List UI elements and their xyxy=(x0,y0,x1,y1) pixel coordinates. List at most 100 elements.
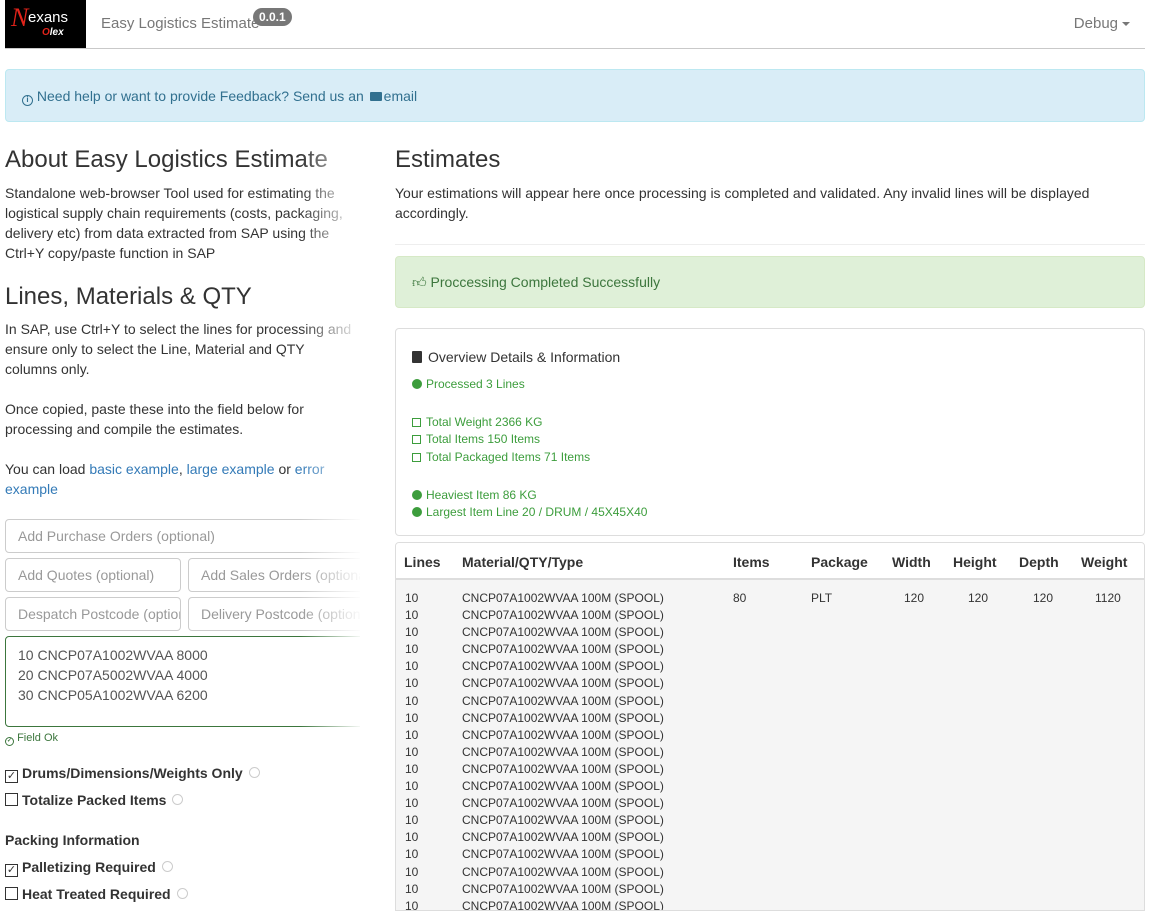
cell-material: CNCP07A1002WVAA 100M (SPOOL) xyxy=(462,727,664,742)
cell-line: 10 xyxy=(405,881,419,896)
version-badge: 0.0.1 xyxy=(253,8,292,26)
cell-line: 10 xyxy=(405,864,419,879)
cell-line: 10 xyxy=(405,813,419,828)
col-material[interactable]: Material/QTY/Type xyxy=(462,554,583,570)
drums-only-checkbox[interactable]: ✓ Drums/Dimensions/Weights Only xyxy=(5,765,260,783)
basic-example-link[interactable]: basic example xyxy=(89,461,179,477)
estimates-text: Your estimations will appear here once p… xyxy=(395,185,1090,221)
debug-dropdown[interactable]: Debug xyxy=(1074,15,1130,32)
quotes-input[interactable]: Add Quotes (optional) xyxy=(5,558,181,592)
palletizing-checkbox[interactable]: ✓ Palletizing Required xyxy=(5,859,173,877)
total-weight: Total Weight 2366 KG xyxy=(412,415,543,429)
textarea-line: 10 CNCP07A1002WVAA 8000 xyxy=(18,647,208,663)
cell-line: 10 xyxy=(405,710,419,725)
cell-items: 80 xyxy=(733,591,747,605)
cell-material: CNCP07A1002WVAA 100M (SPOOL) xyxy=(462,625,664,640)
col-weight[interactable]: Weight xyxy=(1081,554,1127,570)
cell-material: CNCP07A1002WVAA 100M (SPOOL) xyxy=(462,796,664,811)
packing-info-header: Packing Information xyxy=(5,832,140,848)
cell-line: 10 xyxy=(405,744,419,759)
cell-weight: 1120 xyxy=(1095,591,1121,605)
textarea-line: 30 CNCP05A1002WVAA 6200 xyxy=(18,687,208,703)
help-icon[interactable] xyxy=(172,794,184,805)
navbar: N exans Olex Easy Logistics Estimate 0.0… xyxy=(5,0,1145,49)
check-circle-icon xyxy=(412,379,422,389)
despatch-postcode-input[interactable]: Despatch Postcode (optional) xyxy=(5,597,181,631)
cell-material: CNCP07A1002WVAA 100M (SPOOL) xyxy=(462,881,664,896)
cell-line: 10 xyxy=(405,693,419,708)
cell-material: CNCP07A1002WVAA 100M (SPOOL) xyxy=(462,608,664,622)
examples-text: You can load basic example, large exampl… xyxy=(5,461,325,497)
help-icon[interactable] xyxy=(176,888,188,899)
cell-line: 10 xyxy=(405,591,419,605)
cell-material: CNCP07A1002WVAA 100M (SPOOL) xyxy=(462,898,664,911)
table-header: Lines Material/QTY/Type Items Package Wi… xyxy=(396,543,1144,580)
cell-material: CNCP07A1002WVAA 100M (SPOOL) xyxy=(462,779,664,793)
info-circle-icon xyxy=(412,507,422,517)
cell-line: 10 xyxy=(405,847,419,862)
check-circle-icon: ✓ xyxy=(5,737,14,746)
total-items: Total Items 150 Items xyxy=(412,432,540,446)
sales-orders-input[interactable]: Add Sales Orders (optional) xyxy=(188,558,360,592)
cell-line: 10 xyxy=(405,608,419,622)
unchecked-box-icon xyxy=(5,887,18,900)
divider xyxy=(395,244,1145,245)
textarea-line: 20 CNCP07A5002WVAA 4000 xyxy=(18,667,208,683)
cell-height: 120 xyxy=(968,591,989,605)
caret-down-icon xyxy=(1122,22,1130,27)
cell-line: 10 xyxy=(405,727,419,742)
delivery-postcode-input[interactable]: Delivery Postcode (optional) xyxy=(188,597,360,631)
totalize-checkbox[interactable]: Totalize Packed Items xyxy=(5,792,184,808)
cell-material: CNCP07A1002WVAA 100M (SPOOL) xyxy=(462,847,664,862)
box-icon xyxy=(412,435,421,444)
field-ok-status: ✓ Field Ok xyxy=(5,732,59,746)
cell-material: CNCP07A1002WVAA 100M (SPOOL) xyxy=(462,693,664,708)
help-icon[interactable] xyxy=(248,767,260,778)
help-icon[interactable] xyxy=(161,861,173,872)
col-items[interactable]: Items xyxy=(733,554,770,570)
cell-material: CNCP07A1002WVAA 100M (SPOOL) xyxy=(462,744,664,759)
box-icon xyxy=(412,453,421,462)
overview-title: Overview Details & Information xyxy=(412,349,620,365)
overview-panel: Overview Details & Information Processed… xyxy=(395,328,1145,536)
largest-item: Largest Item Line 20 / DRUM / 45X45X40 xyxy=(412,505,647,519)
envelope-icon xyxy=(369,92,382,101)
success-alert: 👍︎ Proccessing Completed Successfully xyxy=(395,256,1145,308)
nexans-olex-logo[interactable]: N exans Olex xyxy=(5,0,86,48)
app-brand[interactable]: Easy Logistics Estimate xyxy=(101,15,259,32)
col-width[interactable]: Width xyxy=(892,554,931,570)
cell-line: 10 xyxy=(405,779,419,793)
large-example-link[interactable]: large example xyxy=(187,461,275,477)
total-packaged-items: Total Packaged Items 71 Items xyxy=(412,450,590,464)
scale-icon xyxy=(412,418,421,427)
lines-paste-text: Once copied, paste these into the field … xyxy=(5,401,304,437)
lines-instructions: In SAP, use Ctrl+Y to select the lines f… xyxy=(5,321,352,377)
checked-box-icon: ✓ xyxy=(5,770,18,783)
right-column: Estimates Your estimations will appear h… xyxy=(395,140,1145,911)
cell-material: CNCP07A1002WVAA 100M (SPOOL) xyxy=(462,642,664,657)
info-icon: i xyxy=(22,95,33,106)
processed-lines: Processed 3 Lines xyxy=(412,377,525,391)
col-lines[interactable]: Lines xyxy=(404,554,441,570)
col-package[interactable]: Package xyxy=(811,554,868,570)
cell-material: CNCP07A1002WVAA 100M (SPOOL) xyxy=(462,659,664,674)
logo-exans: exans xyxy=(28,9,69,26)
email-link[interactable]: email xyxy=(368,88,417,104)
about-text: Standalone web-browser Tool used for est… xyxy=(5,185,343,261)
about-title: About Easy Logistics Estimate xyxy=(5,146,328,173)
cell-depth: 120 xyxy=(1033,591,1054,605)
cell-material: CNCP07A1002WVAA 100M (SPOOL) xyxy=(462,830,664,845)
logo-olex: Olex xyxy=(42,27,64,38)
help-alert: i Need help or want to provide Feedback?… xyxy=(5,69,1145,122)
col-depth[interactable]: Depth xyxy=(1019,554,1059,570)
cell-material: CNCP07A1002WVAA 100M (SPOOL) xyxy=(462,676,664,691)
col-height[interactable]: Height xyxy=(953,554,997,570)
cell-line: 10 xyxy=(405,642,419,657)
purchase-orders-input[interactable]: Add Purchase Orders (optional) xyxy=(5,519,360,553)
heat-treated-checkbox[interactable]: Heat Treated Required xyxy=(5,886,188,902)
lines-textarea[interactable]: 10 CNCP07A1002WVAA 8000 20 CNCP07A5002WV… xyxy=(5,636,360,727)
estimates-table: Lines Material/QTY/Type Items Package Wi… xyxy=(395,542,1145,911)
cell-material: CNCP07A1002WVAA 100M (SPOOL) xyxy=(462,710,664,725)
cell-line: 10 xyxy=(405,676,419,691)
cell-line: 10 xyxy=(405,659,419,674)
